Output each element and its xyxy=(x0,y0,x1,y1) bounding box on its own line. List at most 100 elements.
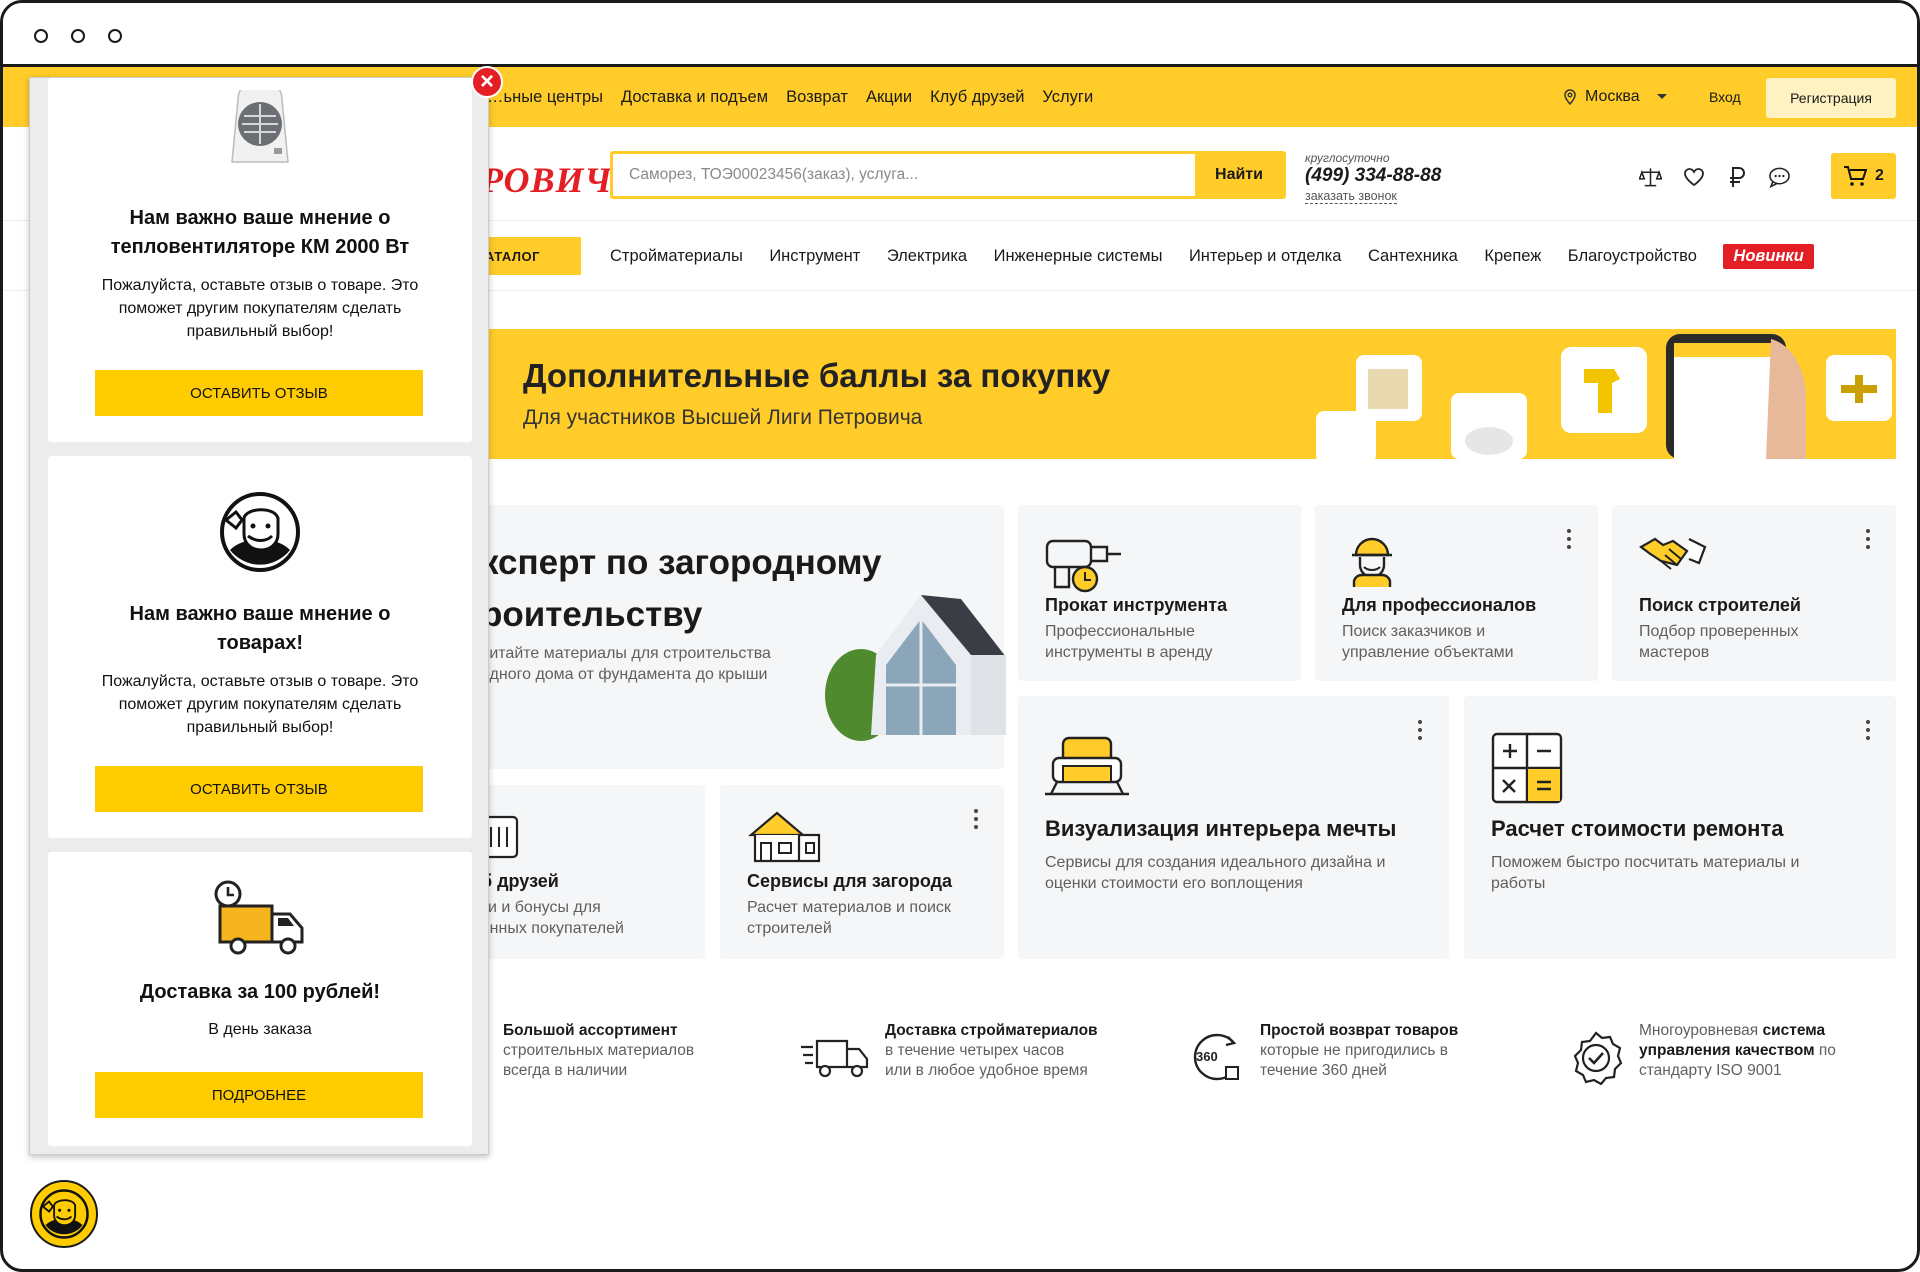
quality-badge-icon xyxy=(1573,1031,1623,1085)
chat-icon[interactable] xyxy=(1768,165,1791,188)
banner-subtitle: Для участников Высшей Лиги Петровича xyxy=(523,406,923,429)
browser-window: …ьные центры Доставка и подъем Возврат А… xyxy=(0,0,1920,1272)
builder-helmet-icon xyxy=(1352,537,1392,587)
feature-text: Доставка стройматериалов в течение четыре… xyxy=(885,1022,1098,1079)
svg-text:360: 360 xyxy=(1196,1049,1218,1064)
more-options-icon[interactable] xyxy=(974,809,978,829)
calculator-icon xyxy=(1491,732,1563,804)
handshake-icon xyxy=(1639,537,1707,570)
service-subtitle: Сервисы для создания идеального дизайна … xyxy=(1045,854,1386,892)
new-items-badge[interactable]: Новинки xyxy=(1723,243,1814,269)
window-control-minimize[interactable] xyxy=(71,29,85,43)
banner-products-illustration xyxy=(1316,334,1892,459)
more-options-icon[interactable] xyxy=(1866,529,1870,549)
category-item[interactable]: Сантехника xyxy=(1368,247,1458,266)
callback-link[interactable]: заказать звонок xyxy=(1305,189,1397,204)
promo-banner[interactable]: Дополнительные баллы за покупку Для учас… xyxy=(481,329,1896,459)
heart-icon[interactable] xyxy=(1682,165,1705,188)
category-item[interactable]: Инженерные системы xyxy=(994,247,1163,266)
catalog-button[interactable]: АТАЛОГ xyxy=(481,237,581,275)
city-selector[interactable]: Москва xyxy=(1563,67,1668,127)
banner-title: Дополнительные баллы за покупку xyxy=(523,357,1111,394)
service-tile-country-services[interactable]: Сервисы для загорода Расчет материалов и… xyxy=(720,785,1004,959)
phone-number[interactable]: (499) 334-88-88 xyxy=(1305,165,1441,187)
hero-tile[interactable]: ксперт по загородному роительству читайте… xyxy=(481,505,1006,769)
feature-quality: Многоуровневая система управления качеств… xyxy=(1569,1021,1836,1085)
top-nav-item[interactable]: Акции xyxy=(866,88,912,107)
service-title: Поиск строителей xyxy=(1639,595,1801,615)
feature-return: 360 Простой возврат товаров которые не пр… xyxy=(1188,1021,1458,1085)
location-pin-icon xyxy=(1564,89,1576,105)
more-options-icon[interactable] xyxy=(1567,529,1571,549)
login-link[interactable]: Вход xyxy=(1709,67,1741,127)
chevron-down-icon xyxy=(1656,94,1667,99)
leave-review-button[interactable]: ОСТАВИТЬ ОТЗЫВ xyxy=(95,370,423,416)
service-title: Сервисы для загорода xyxy=(747,871,953,891)
service-subtitle: Поможем быстро посчитать материалы и рабо… xyxy=(1491,854,1800,892)
service-tile-friends-club[interactable]: б друзей ки и бонусы для янных покупателе… xyxy=(481,785,705,959)
top-nav-item[interactable]: Возврат xyxy=(786,88,848,107)
country-house-icon xyxy=(747,811,821,863)
city-label: Москва xyxy=(1585,88,1640,105)
category-item[interactable]: Инструмент xyxy=(769,247,860,266)
more-options-icon[interactable] xyxy=(1418,720,1422,740)
top-nav: …ьные центры Доставка и подъем Возврат А… xyxy=(487,67,1093,127)
service-title: Визуализация интерьера мечты xyxy=(1045,816,1397,841)
service-subtitle: Поиск заказчиков и управление объектами xyxy=(1342,623,1514,661)
service-title: Прокат инструмента xyxy=(1045,595,1228,615)
top-nav-item[interactable]: Услуги xyxy=(1042,88,1093,107)
service-tile-repair-calculation[interactable]: Расчет стоимости ремонта Поможем быстро … xyxy=(1464,696,1896,959)
popup-card-title: Нам важно ваше мнение о товарах! xyxy=(129,603,391,654)
popup-card-title: Доставка за 100 рублей! xyxy=(139,981,381,1003)
service-tile-find-builders[interactable]: Поиск строителей Подбор проверенных масте… xyxy=(1612,505,1896,681)
ruble-icon[interactable] xyxy=(1725,165,1748,188)
search-button[interactable]: Найти xyxy=(1195,154,1283,196)
delivery-truck-clock-icon xyxy=(214,880,304,955)
service-subtitle: Профессиональные инструменты в аренду xyxy=(1045,623,1213,661)
house-illustration xyxy=(825,595,1006,741)
category-item[interactable]: Благоустройство xyxy=(1568,247,1697,266)
leave-review-button[interactable]: ОСТАВИТЬ ОТЗЫВ xyxy=(95,766,423,812)
return-360-icon: 360 xyxy=(1193,1033,1239,1081)
top-nav-item[interactable]: Клуб друзей xyxy=(930,88,1024,107)
category-item[interactable]: Электрика xyxy=(887,247,967,266)
category-item[interactable]: Интерьер и отделка xyxy=(1189,247,1342,266)
window-titlebar xyxy=(3,3,1917,67)
service-tile-tool-rent[interactable]: Прокат инструмента Профессиональные инстр… xyxy=(1018,505,1301,681)
cart-count: 2 xyxy=(1875,167,1884,184)
petrovich-mascot-icon xyxy=(39,1189,89,1239)
more-options-icon[interactable] xyxy=(1866,720,1870,740)
feature-text: Большой ассортимент строительных материал… xyxy=(503,1022,695,1079)
drill-clock-icon xyxy=(1045,539,1121,593)
popup-card-general-review: Нам важно ваше мнение о товарах! Пожалуй… xyxy=(48,456,472,838)
close-popup-icon[interactable]: × xyxy=(471,66,503,98)
more-details-button[interactable]: ПОДРОБНЕЕ xyxy=(95,1072,423,1118)
fan-heater-image xyxy=(231,90,289,163)
phone-caption: круглосуточно xyxy=(1305,151,1390,165)
popup-card-text: Пожалуйста, оставьте отзыв о товаре. Это… xyxy=(101,673,419,736)
service-title: Расчет стоимости ремонта xyxy=(1491,816,1784,841)
cart-button[interactable]: 2 xyxy=(1831,153,1896,199)
service-tile-interior-visualization[interactable]: Визуализация интерьера мечты Сервисы для… xyxy=(1018,696,1449,959)
top-nav-item[interactable]: …ьные центры xyxy=(487,88,603,107)
service-tile-professionals[interactable]: Для профессионалов Поиск заказчиков и упр… xyxy=(1315,505,1598,681)
petrovich-assistant-button[interactable] xyxy=(30,1180,98,1248)
service-title: б друзей xyxy=(481,871,559,891)
service-subtitle: ки и бонусы для янных покупателей xyxy=(481,899,624,937)
service-subtitle: Подбор проверенных мастеров xyxy=(1639,623,1799,661)
popup-card-product-review: Нам важно ваше мнение о тепловентиляторе… xyxy=(48,78,472,442)
top-nav-item[interactable]: Доставка и подъем xyxy=(621,88,768,107)
site-logo[interactable]: РОВИЧ xyxy=(481,159,612,201)
window-control-close[interactable] xyxy=(34,29,48,43)
feature-delivery: Доставка стройматериалов в течение четыре… xyxy=(801,1021,1098,1081)
category-item[interactable]: Крепеж xyxy=(1484,247,1541,266)
category-item[interactable]: Стройматериалы xyxy=(610,247,743,266)
compare-icon[interactable] xyxy=(1639,165,1662,188)
feature-assortment: Большой ассортимент строительных материал… xyxy=(481,1021,694,1081)
popup-card-title: Нам важно ваше мнение о тепловентиляторе… xyxy=(110,207,410,258)
service-subtitle: Расчет материалов и поиск строителей xyxy=(747,899,951,937)
register-button[interactable]: Регистрация xyxy=(1766,78,1896,118)
feature-text: Многоуровневая система управления качеств… xyxy=(1639,1022,1836,1079)
search-input[interactable] xyxy=(613,154,1195,196)
window-control-maximize[interactable] xyxy=(108,29,122,43)
